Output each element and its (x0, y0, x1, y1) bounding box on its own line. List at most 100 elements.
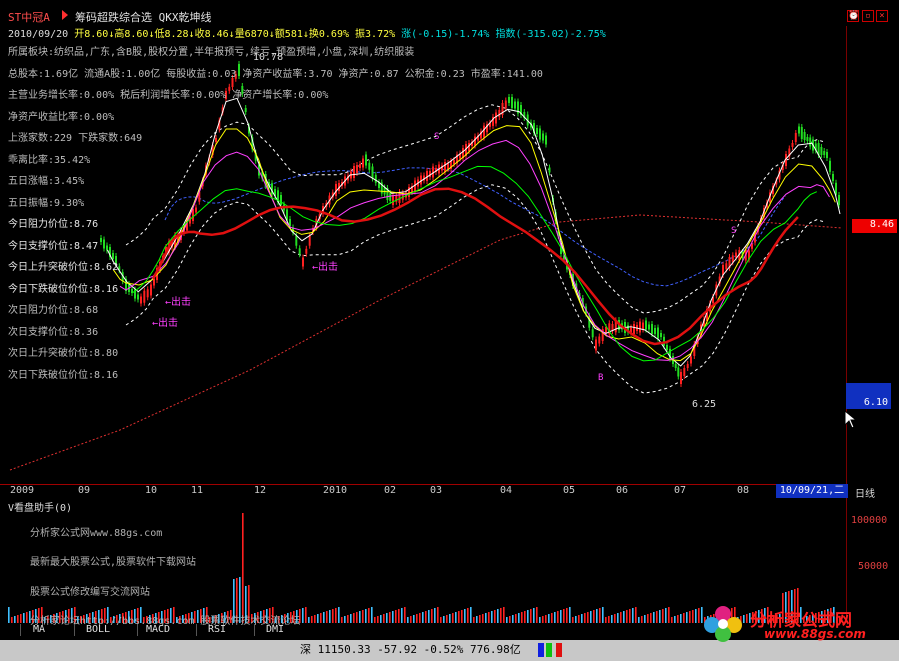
volume-bar (305, 607, 307, 623)
ma-blue-line (164, 167, 786, 287)
volume-bar (464, 609, 466, 623)
volume-bar (356, 612, 358, 623)
volume-bar (626, 610, 628, 623)
volume-bar (686, 612, 688, 623)
date-label: 2010 (323, 485, 348, 496)
volume-axis-top: 100000 (851, 515, 888, 526)
date-label: 05 (563, 485, 576, 496)
volume-bar (545, 615, 547, 623)
volume-bar (317, 614, 319, 623)
volume-bar (677, 615, 679, 623)
volume-bar (350, 614, 352, 623)
volume-bar (554, 612, 556, 623)
status-indicator-blue (538, 643, 544, 657)
volume-bar (476, 616, 478, 623)
volume-bar (674, 616, 676, 623)
volume-bar (377, 616, 379, 623)
volume-bar (491, 611, 493, 623)
volume-bar (497, 609, 499, 623)
mouse-cursor-icon (844, 410, 858, 429)
volume-bar (26, 612, 28, 623)
tab-rsi[interactable]: RSI (196, 624, 237, 636)
volume-bar (23, 613, 25, 623)
ma20-line (119, 139, 830, 361)
volume-bar (359, 611, 361, 623)
volume-bar (401, 608, 403, 623)
volume-bar (578, 615, 580, 623)
tab-macd[interactable]: MACD (137, 624, 178, 636)
volume-bar (581, 614, 583, 623)
cursor-price-tag: 6.10 (846, 383, 891, 409)
volume-bar (392, 611, 394, 623)
volume-bar (455, 612, 457, 623)
volume-bar (509, 616, 511, 623)
volume-bar (500, 608, 502, 623)
volume-bar (602, 607, 604, 623)
alarm-icon[interactable]: ⏰ (847, 10, 859, 22)
volume-bar (431, 609, 433, 623)
high-price-label: 10.78 (253, 52, 284, 63)
volume-bar (656, 611, 658, 623)
roe-info: 净资产收益比率:0.00% (8, 112, 115, 123)
volume-bar (524, 611, 526, 623)
status-indicator-red (556, 643, 562, 657)
volume-bar (473, 617, 475, 623)
date-label: 06 (616, 485, 629, 496)
five-day-range: 五日振幅:9.30% (8, 198, 85, 209)
restore-icon[interactable]: ▫ (862, 10, 874, 22)
volume-bar (533, 608, 535, 623)
capital-info: 总股本:1.69亿 流通A股:1.00亿 每股收益:0.03 净资产收益率:3.… (8, 69, 543, 80)
volume-bar (308, 617, 310, 623)
volume-bar (557, 611, 559, 623)
date-label: 09 (78, 485, 91, 496)
volume-bar (479, 615, 481, 623)
signal-label-1: ←出击 (312, 262, 339, 273)
volume-bar (344, 616, 346, 623)
volume-bar (530, 609, 532, 623)
volume-bar (680, 614, 682, 623)
volume-bar (563, 609, 565, 623)
volume-bar (335, 608, 337, 623)
market-name: 深 (300, 643, 311, 656)
volume-bar (635, 607, 637, 623)
ad-text-2: 最新最大股票公式,股票软件下载网站 (30, 557, 197, 568)
volume-bar (587, 612, 589, 623)
volume-bar (593, 610, 595, 623)
volume-bar (668, 607, 670, 623)
volume-bar (389, 612, 391, 623)
logo-url: www.88gs.com (764, 627, 866, 641)
volume-bar (353, 613, 355, 623)
volume-bar (692, 610, 694, 623)
status-indicator-green (546, 643, 552, 657)
volume-bar (320, 613, 322, 623)
close-icon[interactable]: × (876, 10, 888, 22)
today-resist: 今日阻力价位:8.76 (8, 219, 99, 230)
date-label: 10 (145, 485, 158, 496)
volume-bar (425, 611, 427, 623)
volume-bar (461, 610, 463, 623)
volume-bar (506, 617, 508, 623)
volume-bar (20, 614, 22, 623)
volume-bar (629, 609, 631, 623)
volume-bar (641, 616, 643, 623)
volume-bar (590, 611, 592, 623)
signal-label-2: ←出击 (165, 297, 192, 308)
tab-dmi[interactable]: DMI (254, 624, 295, 636)
volume-bar (659, 610, 661, 623)
volume-bar (653, 612, 655, 623)
volume-bar (584, 613, 586, 623)
sector-info: 所属板块:纺织品,广东,含B股,股权分置,半年报预亏,续亏,预盈预增,小盘,深圳… (8, 47, 415, 58)
volume-bar (395, 610, 397, 623)
tab-boll[interactable]: BOLL (74, 624, 121, 636)
volume-bar (488, 612, 490, 623)
low-price-label: 6.25 (692, 399, 717, 410)
volume-bar (551, 613, 553, 623)
ma60-line (151, 187, 799, 346)
index-pct: -0.52% (423, 643, 464, 656)
site-logo: 分析家公式网 www.88gs.com (700, 603, 899, 643)
volume-bar (695, 609, 697, 623)
today-break-down: 今日下跌破位价位:8.16 (8, 284, 119, 295)
volume-bar (617, 613, 619, 623)
tab-ma[interactable]: MA (20, 624, 57, 636)
today-break-up: 今日上升突破价位:8.62 (8, 262, 119, 273)
